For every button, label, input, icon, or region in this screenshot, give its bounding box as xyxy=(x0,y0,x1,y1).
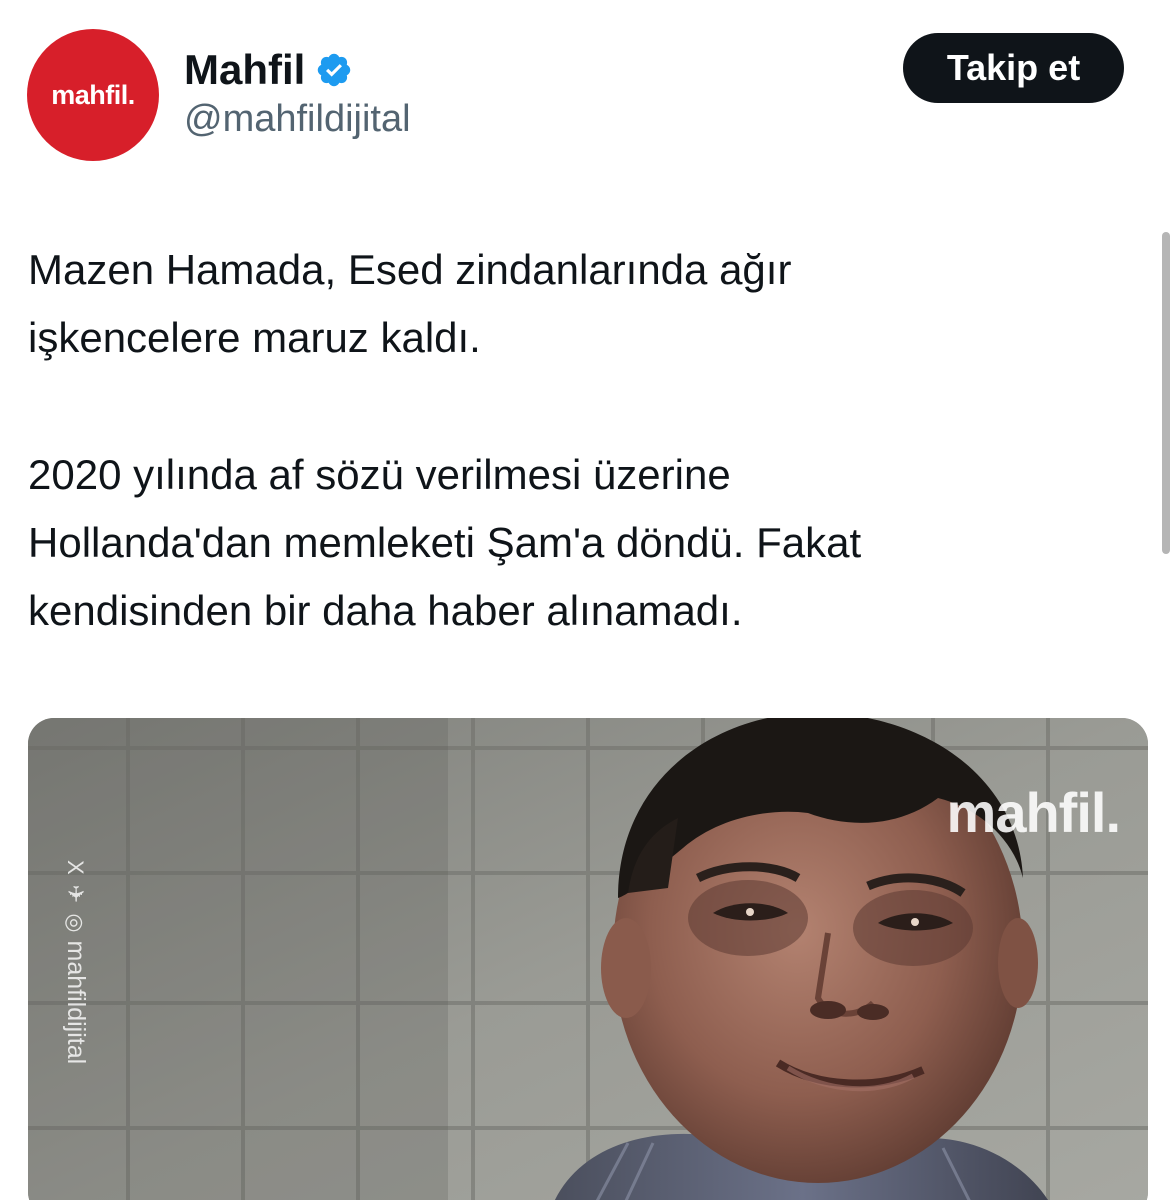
media-side-credit: X ✈ ◎ mahfildijital xyxy=(61,860,90,1064)
media-side-credit-handle: mahfildijital xyxy=(62,940,90,1065)
author-name-row[interactable]: Mahfil xyxy=(184,42,353,98)
avatar[interactable]: mahfil. xyxy=(27,29,159,161)
tweet-text-paragraph-1: Mazen Hamada, Esed zindanlarında ağır iş… xyxy=(28,246,792,361)
tweet-text-paragraph-2: 2020 yılında af sözü verilmesi üzerine H… xyxy=(28,451,862,634)
avatar-logo: mahfil. xyxy=(51,79,135,110)
tweet-page: mahfil. Mahfil @mahfildijital Takip et M… xyxy=(0,0,1174,1200)
follow-button[interactable]: Takip et xyxy=(903,33,1124,103)
social-icons: X ✈ ◎ xyxy=(63,860,89,935)
author-display-name[interactable]: Mahfil xyxy=(184,46,305,94)
tweet-media-video[interactable]: mahfil. X ✈ ◎ mahfildijital xyxy=(28,718,1148,1200)
verified-badge-icon xyxy=(318,53,351,87)
author-handle[interactable]: @mahfildijital xyxy=(184,98,411,141)
media-watermark-logo: mahfil. xyxy=(946,781,1121,844)
scrollbar-thumb[interactable] xyxy=(1162,232,1170,554)
